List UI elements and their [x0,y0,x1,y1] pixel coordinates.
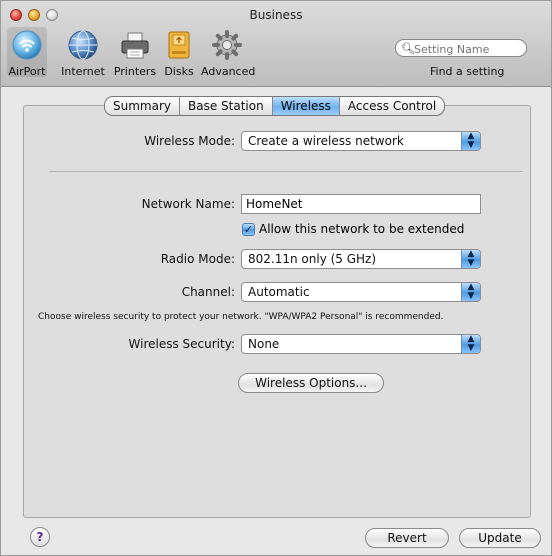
tab-summary[interactable]: Summary [105,97,180,115]
update-button[interactable]: Update [459,528,541,548]
radio-mode-label: Radio Mode: [160,252,235,266]
wireless-mode-popup[interactable]: Create a wireless network ▲ ▼ [241,131,481,151]
wireless-security-value: None [248,337,280,351]
allow-extend-label: Allow this network to be extended [259,222,465,236]
revert-button[interactable]: Revert [365,528,449,548]
toolbar-item-label: Disks [164,65,194,78]
toolbar-item-label: Printers [113,65,157,78]
wireless-security-label: Wireless Security: [128,337,235,351]
tab-bar: Summary Base Station Wireless Access Con… [104,96,446,116]
tab-access-control[interactable]: Access Control [340,97,444,115]
popup-arrows-icon: ▲ ▼ [461,250,480,268]
popup-arrows-icon: ▲ ▼ [461,335,480,353]
network-name-field[interactable]: HomeNet [241,194,481,214]
allow-extend-checkbox[interactable]: ✓ [242,223,255,236]
gear-icon [212,30,242,60]
search-input[interactable] [412,41,524,57]
security-hint-text: Choose wireless security to protect your… [38,312,444,322]
toolbar-item-internet[interactable]: Internet [61,29,105,78]
network-name-label: Network Name: [141,197,235,211]
tab-base-station[interactable]: Base Station [180,97,273,115]
toolbar-item-airport[interactable]: AirPort [5,27,49,78]
radio-mode-popup[interactable]: 802.11n only (5 GHz) ▲ ▼ [241,249,481,269]
radio-mode-value: 802.11n only (5 GHz) [248,252,377,266]
wireless-options-button[interactable]: Wireless Options... [238,373,384,393]
find-setting-label: Find a setting [430,65,505,78]
wireless-mode-value: Create a wireless network [248,134,404,148]
toolbar-item-advanced[interactable]: Advanced [201,29,256,78]
airport-utility-window: Business AirPort Internet Printers Disks… [0,0,552,556]
toolbar-item-printers[interactable]: Printers [111,29,159,78]
toolbar-item-label: Advanced [201,65,256,78]
channel-popup[interactable]: Automatic ▲ ▼ [241,282,481,302]
airport-icon [12,30,42,60]
popup-arrows-icon: ▲ ▼ [461,132,480,150]
toolbar-item-disks[interactable]: Disks [161,29,197,78]
disk-icon [168,31,190,59]
tab-wireless[interactable]: Wireless [272,97,340,115]
wireless-security-popup[interactable]: None ▲ ▼ [241,334,481,354]
channel-label: Channel: [181,285,235,299]
channel-value: Automatic [248,285,310,299]
help-button[interactable]: ? [30,527,50,547]
setting-search-field[interactable]: 🔍︎ [395,39,527,57]
toolbar-area: Business AirPort Internet Printers Disks… [1,1,551,87]
toolbar-item-label: AirPort [8,65,46,78]
wireless-mode-label: Wireless Mode: [144,134,235,148]
toolbar-item-label: Internet [61,65,105,78]
window-title: Business [249,8,303,22]
popup-arrows-icon: ▲ ▼ [461,283,480,301]
section-divider [49,171,523,172]
globe-icon [68,30,98,60]
printer-icon [121,32,149,59]
